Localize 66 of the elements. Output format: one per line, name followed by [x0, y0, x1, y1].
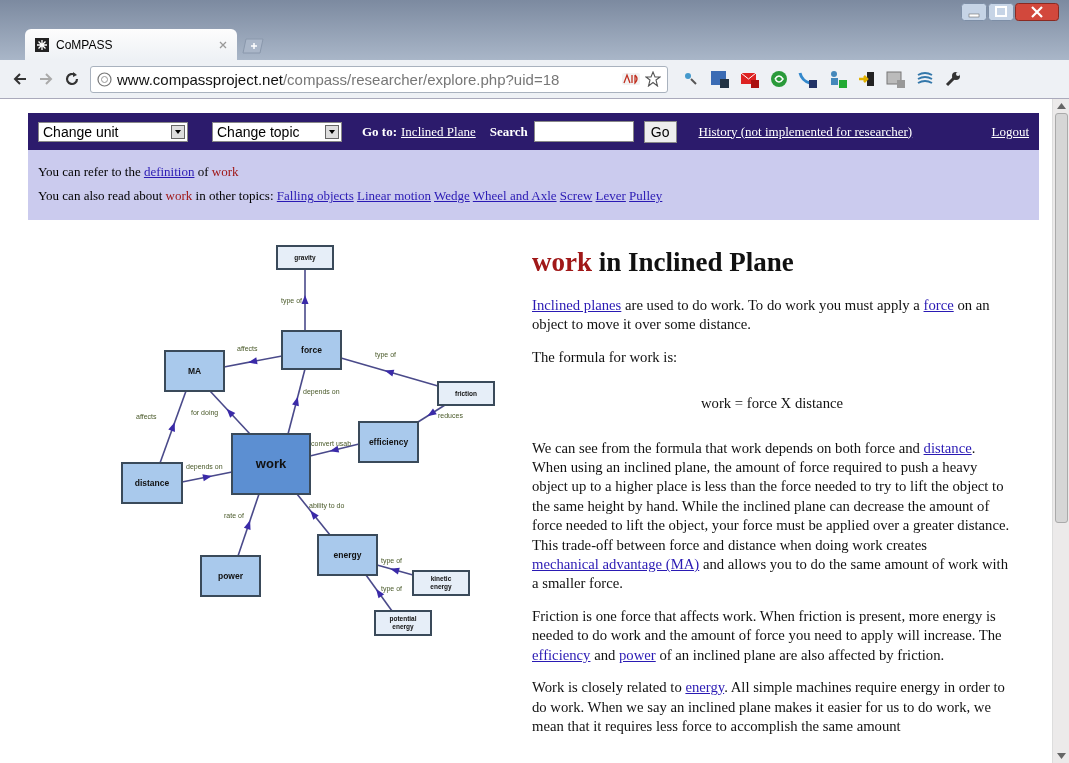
connector-arrow: [181, 471, 233, 483]
glossary-link[interactable]: Inclined planes: [532, 297, 622, 313]
page-icon: [97, 71, 112, 87]
close-icon[interactable]: [1015, 3, 1059, 21]
star-icon[interactable]: [645, 71, 661, 87]
scroll-up-icon[interactable]: [1056, 103, 1066, 109]
concept-node[interactable]: force: [281, 330, 342, 370]
unit-select[interactable]: Change unit: [38, 121, 188, 142]
back-arrow-icon[interactable]: [12, 71, 28, 87]
paragraph-text: Work is closely related to energy. All simple machines require energy in order to do work. When we say an inclined plane makes it easier for us to do work, we mean that it requires less force to accomplish the same amount: [532, 678, 1006, 736]
connector-arrow: [237, 493, 260, 557]
logout-link[interactable]: Logout: [991, 123, 1029, 140]
topic-link[interactable]: Linear motion: [356, 188, 431, 203]
concept-node[interactable]: power: [200, 555, 261, 597]
extension-icon[interactable]: [622, 73, 640, 85]
paragraph-text: Friction is one force that affects work. When friction is present, more energy is needed to do work and the amount of force you need to apply will increase. The efficiency and power of an inclined plane are also affected by friction.: [532, 606, 1003, 665]
go-button[interactable]: Go: [643, 120, 677, 143]
browser-tab[interactable]: CoMPASS: [25, 29, 237, 60]
connector-arrow: [223, 355, 283, 368]
concept-node[interactable]: work: [231, 433, 311, 495]
topic-link[interactable]: definition: [143, 164, 195, 179]
people-icon[interactable]: [828, 69, 848, 89]
scrollbar-thumb[interactable]: [1054, 113, 1068, 523]
connector-arrow: [296, 493, 331, 536]
info-text: You can refer to the definition of work: [38, 163, 240, 181]
concept-node[interactable]: MA: [164, 350, 225, 392]
topic-link[interactable]: Falling objects: [276, 188, 354, 203]
goto-label: Go to:: [362, 123, 398, 140]
star-logo-icon: [35, 37, 49, 52]
concept-node[interactable]: distance: [121, 462, 183, 504]
photo-edit-icon[interactable]: [710, 69, 730, 89]
glossary-link[interactable]: mechanical advantage (MA): [532, 556, 700, 573]
new-tab-icon[interactable]: [241, 38, 265, 54]
reload-icon[interactable]: [64, 71, 80, 87]
concept-node[interactable]: efficiency: [358, 421, 419, 463]
concept-node[interactable]: energy: [317, 534, 378, 576]
paragraph-text: Inclined planes are used to do work. To do work you must apply a force on an object to move it over some distance.: [532, 296, 991, 335]
connector-arrow: [301, 268, 309, 332]
glossary-link[interactable]: energy: [685, 679, 725, 696]
info-text: You can also read about work in other topics: Falling objects Linear motion Wedge Wheel and Axle Screw Lever Pulley: [38, 187, 664, 205]
topic-link[interactable]: Wheel and Axle: [472, 188, 557, 203]
history-link[interactable]: History (not implemented for researcher): [698, 123, 913, 140]
topic-link[interactable]: Screw: [559, 188, 593, 203]
door-arrow-icon[interactable]: [858, 70, 876, 88]
topic-link[interactable]: Wedge: [434, 188, 470, 203]
page-title: work in Inclined Plane: [532, 246, 795, 278]
address-bar[interactable]: www.compassproject.net/compass/researcher/explore.php?uid=18: [90, 65, 668, 93]
current-topic-link[interactable]: Inclined Plane: [401, 123, 476, 140]
scroll-down-icon[interactable]: [1056, 753, 1066, 759]
paragraph-text: We can see from the formula that work depends on both force and distance. When using an inclined plane, the amount of force required to push a heavy object up to a higher place is less than the force needed to try to lift the object to the same height by hand. While the inclined plane can decrease the amount of force needed to lift the object, your force must be applied over a greater distance. This trade-off between force and distance when doing work creates mechanical advantage (MA) and allows you to do the same amount of work with a smaller force.: [532, 438, 1011, 594]
window-icon[interactable]: [886, 69, 906, 89]
glossary-link[interactable]: power: [619, 646, 656, 663]
swirl-circle-icon[interactable]: [770, 70, 788, 88]
topic-select[interactable]: Change topic: [212, 121, 342, 142]
formula-text: work = force X distance: [699, 394, 845, 414]
settings-icon[interactable]: [944, 70, 962, 88]
glossary-link[interactable]: efficiency: [532, 646, 591, 663]
connector-arrow: [309, 443, 360, 457]
topic-link[interactable]: Pulley: [629, 188, 663, 203]
maximize-icon[interactable]: [988, 3, 1014, 21]
search-field[interactable]: [533, 121, 634, 142]
topic-link[interactable]: Lever: [595, 188, 626, 203]
search-label: Search: [489, 123, 528, 140]
paragraph-text: The formula for work is:: [532, 347, 679, 367]
glossary-link[interactable]: force: [923, 297, 954, 313]
glossary-link[interactable]: distance: [923, 439, 972, 456]
